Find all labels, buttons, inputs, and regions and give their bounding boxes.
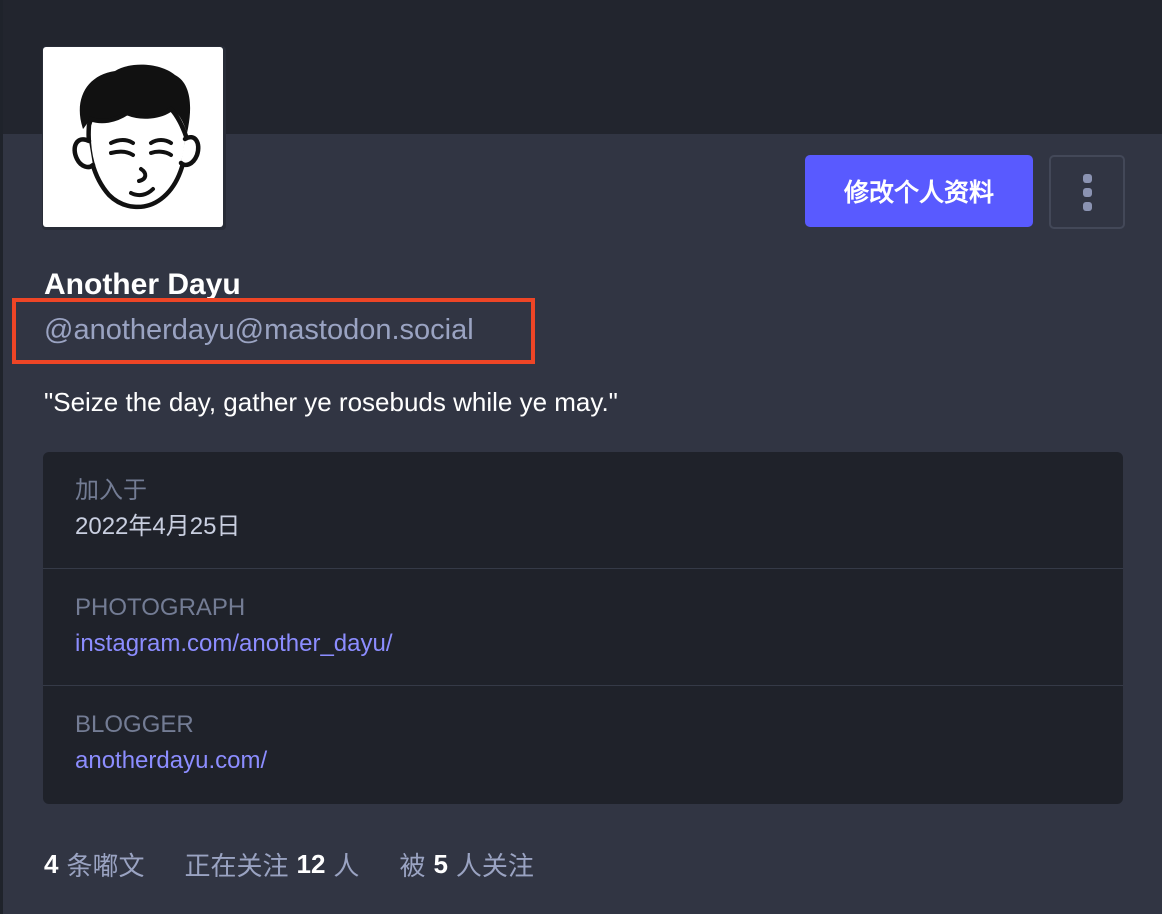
vertical-ellipsis-icon xyxy=(1082,187,1092,197)
vertical-ellipsis-icon xyxy=(1082,173,1092,183)
posts-count: 4 xyxy=(44,848,59,879)
field-label: BLOGGER xyxy=(75,711,194,738)
field-label: 加入于 xyxy=(75,477,147,504)
avatar-frame xyxy=(42,46,226,230)
avatar[interactable] xyxy=(43,47,223,227)
cartoon-face-avatar-icon xyxy=(72,64,201,209)
profile-stats: 4 条嘟文 正在关注 12 人 被 5 人关注 xyxy=(44,844,534,884)
followers-count-link[interactable]: 被 5 人关注 xyxy=(399,846,534,883)
followers-prefix: 被 xyxy=(399,850,426,881)
following-count: 12 xyxy=(296,848,326,879)
profile-bio: "Seize the day, gather ye rosebuds while… xyxy=(44,387,618,417)
vertical-ellipsis-icon xyxy=(1082,201,1092,211)
field-row-photograph: PHOTOGRAPH instagram.com/another_dayu/ xyxy=(43,569,1123,686)
field-link-instagram[interactable]: instagram.com/another_dayu/ xyxy=(75,627,393,661)
following-suffix: 人 xyxy=(333,850,360,881)
profile-page: 修改个人资料 Another Dayu @anotherdayu@mastodo… xyxy=(0,0,1162,914)
account-handle[interactable]: @anotherdayu@mastodon.social xyxy=(44,311,474,349)
field-label: PHOTOGRAPH xyxy=(75,594,246,621)
left-edge-divider xyxy=(0,0,3,914)
posts-label: 条嘟文 xyxy=(66,850,145,881)
profile-fields-table: 加入于 2022年4月25日 PHOTOGRAPH instagram.com/… xyxy=(43,452,1123,804)
more-options-button[interactable] xyxy=(1049,155,1125,229)
edit-profile-button[interactable]: 修改个人资料 xyxy=(805,155,1033,227)
field-value: 2022年4月25日 xyxy=(75,513,241,540)
following-count-link[interactable]: 正在关注 12 人 xyxy=(184,846,359,883)
following-prefix: 正在关注 xyxy=(184,850,289,881)
field-row-blogger: BLOGGER anotherdayu.com/ xyxy=(43,686,1123,802)
posts-count-link[interactable]: 4 条嘟文 xyxy=(44,846,144,883)
field-row-joined: 加入于 2022年4月25日 xyxy=(43,452,1123,569)
field-link-blog[interactable]: anotherdayu.com/ xyxy=(75,744,267,778)
display-name: Another Dayu xyxy=(44,268,241,301)
followers-suffix: 人关注 xyxy=(455,850,534,881)
followers-count: 5 xyxy=(433,848,448,879)
